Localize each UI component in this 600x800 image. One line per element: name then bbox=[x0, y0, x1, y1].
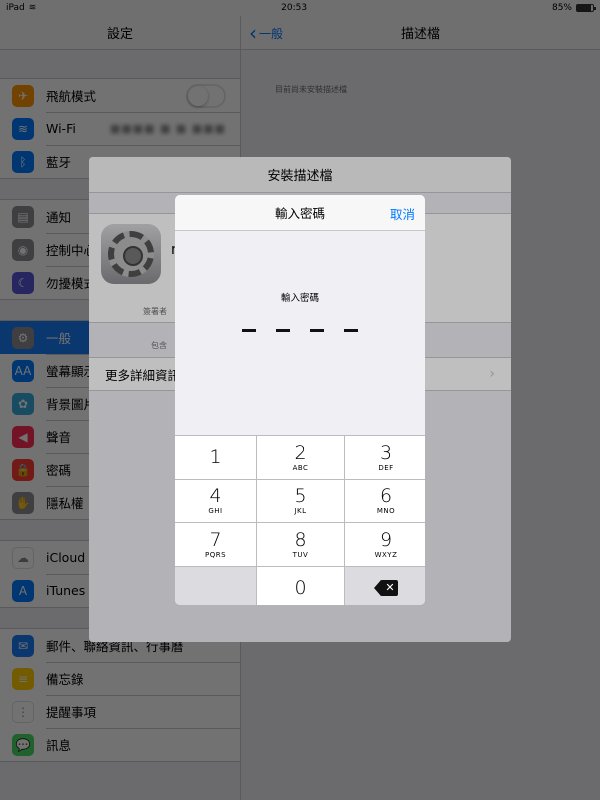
passcode-entry-field[interactable] bbox=[242, 329, 358, 332]
passcode-digit-slot bbox=[242, 329, 256, 332]
keypad-key-6[interactable]: 6 MNO bbox=[345, 479, 425, 522]
key-number: 7 bbox=[209, 528, 222, 551]
keypad-key-5[interactable]: 5 JKL bbox=[257, 479, 344, 522]
key-letters: GHI bbox=[208, 507, 223, 516]
keypad-key-1[interactable]: 1 bbox=[175, 436, 256, 479]
key-number: 6 bbox=[379, 485, 393, 508]
keypad-key-4[interactable]: 4 GHI bbox=[175, 479, 256, 522]
key-letters: JKL bbox=[294, 507, 307, 516]
key-letters: TUV bbox=[292, 550, 309, 559]
key-letters: PQRS bbox=[204, 550, 227, 559]
backspace-icon: ✕ bbox=[374, 579, 398, 596]
passcode-digit-slot bbox=[310, 329, 324, 332]
key-letters: MNO bbox=[376, 507, 396, 516]
keypad-key-2[interactable]: 2 ABC bbox=[257, 436, 344, 479]
numeric-keypad: 1 2 ABC 3 DEF 4 GHI 5 JKL 6 MNO 7 PQRS 8 TUV 9 WXYZ 0 ✕ bbox=[175, 435, 425, 605]
passcode-header: 輸入密碼 取消 bbox=[175, 195, 425, 231]
key-number: 3 bbox=[379, 441, 393, 464]
passcode-prompt: 輸入密碼 bbox=[280, 293, 319, 304]
cancel-button[interactable]: 取消 bbox=[390, 195, 415, 231]
key-number: 1 bbox=[209, 446, 222, 469]
key-number: 8 bbox=[294, 528, 307, 551]
key-number: 0 bbox=[294, 576, 307, 599]
keypad-key-0[interactable]: 0 bbox=[257, 566, 344, 605]
keypad-key-8[interactable]: 8 TUV bbox=[257, 523, 344, 566]
passcode-dialog: 輸入密碼 取消 輸入密碼 1 2 ABC 3 DEF 4 GHI 5 JKL 6 MNO 7 PQRS 8… bbox=[175, 195, 425, 605]
keypad-key-9[interactable]: 9 WXYZ bbox=[345, 523, 425, 566]
keypad-blank bbox=[175, 566, 256, 605]
key-letters: DEF bbox=[378, 463, 394, 472]
keypad-key-7[interactable]: 7 PQRS bbox=[175, 523, 256, 566]
key-number: 9 bbox=[379, 528, 393, 551]
key-letters: WXYZ bbox=[374, 550, 398, 559]
passcode-digit-slot bbox=[276, 329, 290, 332]
delete-key[interactable]: ✕ bbox=[345, 566, 425, 605]
keypad-key-3[interactable]: 3 DEF bbox=[345, 436, 425, 479]
key-number: 4 bbox=[209, 485, 222, 508]
key-number: 5 bbox=[294, 485, 307, 508]
passcode-title: 輸入密碼 bbox=[274, 206, 325, 221]
key-number: 2 bbox=[294, 441, 307, 464]
key-letters: ABC bbox=[292, 463, 309, 472]
passcode-digit-slot bbox=[344, 329, 358, 332]
